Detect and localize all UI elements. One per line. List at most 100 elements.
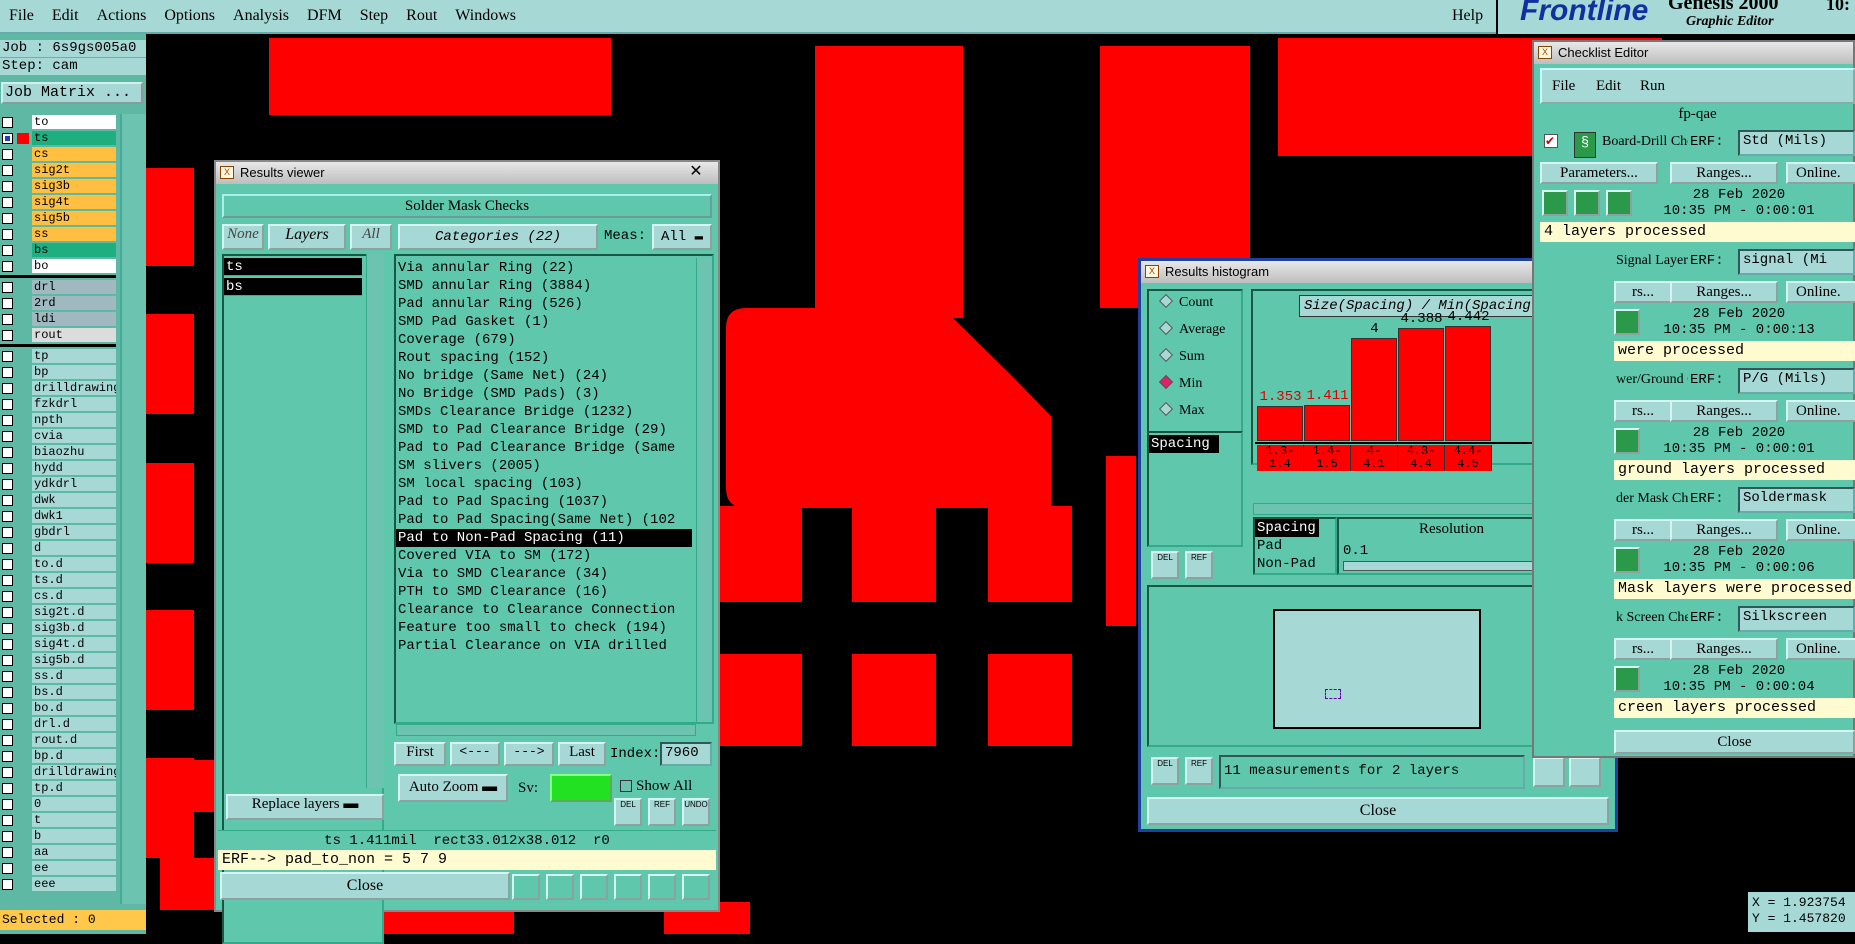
show-all-checkbox[interactable]: [620, 780, 632, 792]
checklist-menu-run[interactable]: Run: [1640, 78, 1665, 95]
first-button[interactable]: First: [394, 742, 446, 766]
online-button[interactable]: Online.: [1786, 281, 1855, 303]
ranges-button[interactable]: Ranges...: [1670, 162, 1778, 184]
layer-checkbox[interactable]: [2, 751, 13, 762]
layer-row[interactable]: fzkdrl: [0, 396, 116, 412]
layer-checkbox[interactable]: [2, 479, 13, 490]
layer-checkbox[interactable]: [2, 463, 13, 474]
checklist-menu-file[interactable]: File: [1552, 78, 1575, 95]
check-name[interactable]: Board-Drill Che: [1602, 134, 1688, 150]
layer-row[interactable]: cvia: [0, 428, 116, 444]
menu-actions[interactable]: Actions: [88, 7, 156, 25]
index-input[interactable]: 7960: [660, 742, 712, 766]
layer-checkbox[interactable]: [2, 623, 13, 634]
layer-row[interactable]: ydkdrl: [0, 476, 116, 492]
layer-checkbox[interactable]: [2, 213, 13, 224]
layer-checkbox[interactable]: [2, 245, 13, 256]
layer-checkbox[interactable]: [2, 607, 13, 618]
all-button[interactable]: All: [350, 224, 392, 250]
layer-checkbox[interactable]: [2, 447, 13, 458]
layer-checkbox[interactable]: [2, 847, 13, 858]
next-button[interactable]: --->: [504, 742, 554, 766]
layer-checkbox[interactable]: [2, 383, 13, 394]
layer-row[interactable]: 0: [0, 796, 116, 812]
ranges-button[interactable]: Ranges...: [1670, 400, 1778, 422]
layer-row[interactable]: drilldrawing: [0, 380, 116, 396]
layer-checkbox[interactable]: [2, 591, 13, 602]
layer-row[interactable]: ts: [0, 130, 116, 146]
layer-checkbox[interactable]: [2, 879, 13, 890]
layer-checkbox[interactable]: [2, 351, 13, 362]
menu-edit[interactable]: Edit: [43, 7, 88, 25]
category-item[interactable]: Pad annular Ring (526): [396, 295, 692, 313]
clear-icon[interactable]: [580, 874, 608, 900]
report-icon[interactable]: [648, 874, 676, 900]
category-scrollbar[interactable]: [696, 258, 712, 722]
histogram-bar[interactable]: [1304, 405, 1350, 441]
layer-row[interactable]: ee: [0, 860, 116, 876]
category-hscrollbar[interactable]: [396, 724, 696, 736]
layer-row[interactable]: ts.d: [0, 572, 116, 588]
run-icon[interactable]: [1614, 666, 1640, 692]
category-item[interactable]: SMD annular Ring (3884): [396, 277, 692, 295]
layer-checkbox[interactable]: [2, 767, 13, 778]
checklist-close-button[interactable]: Close: [1614, 730, 1855, 754]
layer-row[interactable]: eee: [0, 876, 116, 892]
category-item[interactable]: Pad to Non-Pad Spacing (11): [396, 529, 692, 547]
histogram-bar[interactable]: [1445, 326, 1491, 441]
category-item[interactable]: No bridge (Same Net) (24): [396, 367, 692, 385]
run-icon[interactable]: [1614, 428, 1640, 454]
layer-checkbox[interactable]: [2, 399, 13, 410]
layers-button[interactable]: Layers: [268, 224, 346, 250]
layer-checkbox[interactable]: [2, 181, 13, 192]
category-item[interactable]: SMD Pad Gasket (1): [396, 313, 692, 331]
layer-checkbox[interactable]: [2, 559, 13, 570]
layer-checkbox[interactable]: [2, 149, 13, 160]
layer-checkbox[interactable]: [2, 575, 13, 586]
layer-checkbox[interactable]: [2, 527, 13, 538]
check-name[interactable]: Signal Layer Ch: [1616, 253, 1688, 269]
none-button[interactable]: None: [222, 224, 264, 250]
del-icon[interactable]: DEL: [614, 798, 642, 826]
check-name[interactable]: der Mask Ch: [1616, 491, 1688, 507]
layer-checkbox[interactable]: [2, 367, 13, 378]
layer-checkbox[interactable]: [2, 133, 13, 144]
run-icon[interactable]: [1574, 190, 1600, 216]
result-layer-item[interactable]: ts: [224, 258, 362, 276]
layer-row[interactable]: biaozhu: [0, 444, 116, 460]
histogram-icon[interactable]: [682, 874, 710, 900]
layer-checkbox[interactable]: [2, 783, 13, 794]
category-item[interactable]: Coverage (679): [396, 331, 692, 349]
layer-row[interactable]: bs.d: [0, 684, 116, 700]
layer-checkbox[interactable]: [2, 495, 13, 506]
layer-checkbox[interactable]: [2, 165, 13, 176]
layer-row[interactable]: gbdrl: [0, 524, 116, 540]
run-icon[interactable]: [1542, 190, 1568, 216]
auto-zoom-dropdown[interactable]: Auto Zoom ▬: [398, 774, 508, 802]
layer-row[interactable]: sig5b.d: [0, 652, 116, 668]
row-checkbox[interactable]: ✔: [1544, 134, 1558, 148]
run-icon[interactable]: [1614, 309, 1640, 335]
layer-checkbox[interactable]: [2, 543, 13, 554]
layer-row[interactable]: ldi: [0, 311, 116, 327]
category-item[interactable]: Clearance to Clearance Connection: [396, 601, 692, 619]
category-item[interactable]: Pad to Pad Spacing(Same Net) (102: [396, 511, 692, 529]
layer-checkbox[interactable]: [2, 261, 13, 272]
highlight-icon[interactable]: [546, 874, 574, 900]
list-item[interactable]: Spacing: [1149, 435, 1219, 453]
ref-icon[interactable]: REF: [1185, 551, 1213, 579]
ranges-button[interactable]: Ranges...: [1670, 638, 1778, 660]
online-button[interactable]: Online.: [1786, 400, 1855, 422]
prev-button[interactable]: <---: [450, 742, 500, 766]
ranges-button[interactable]: Ranges...: [1670, 519, 1778, 541]
category-item[interactable]: Rout spacing (152): [396, 349, 692, 367]
ref-icon[interactable]: REF: [648, 798, 676, 826]
layer-row[interactable]: sig5b: [0, 210, 116, 226]
layer-row[interactable]: bp.d: [0, 748, 116, 764]
erf-input[interactable]: Std (Mils): [1738, 130, 1855, 156]
layer-checkbox[interactable]: [2, 655, 13, 666]
category-item[interactable]: Covered VIA to SM (172): [396, 547, 692, 565]
layer-row[interactable]: bs: [0, 242, 116, 258]
menu-windows[interactable]: Windows: [446, 7, 525, 25]
type-non-pad[interactable]: Non-Pad: [1255, 555, 1335, 573]
